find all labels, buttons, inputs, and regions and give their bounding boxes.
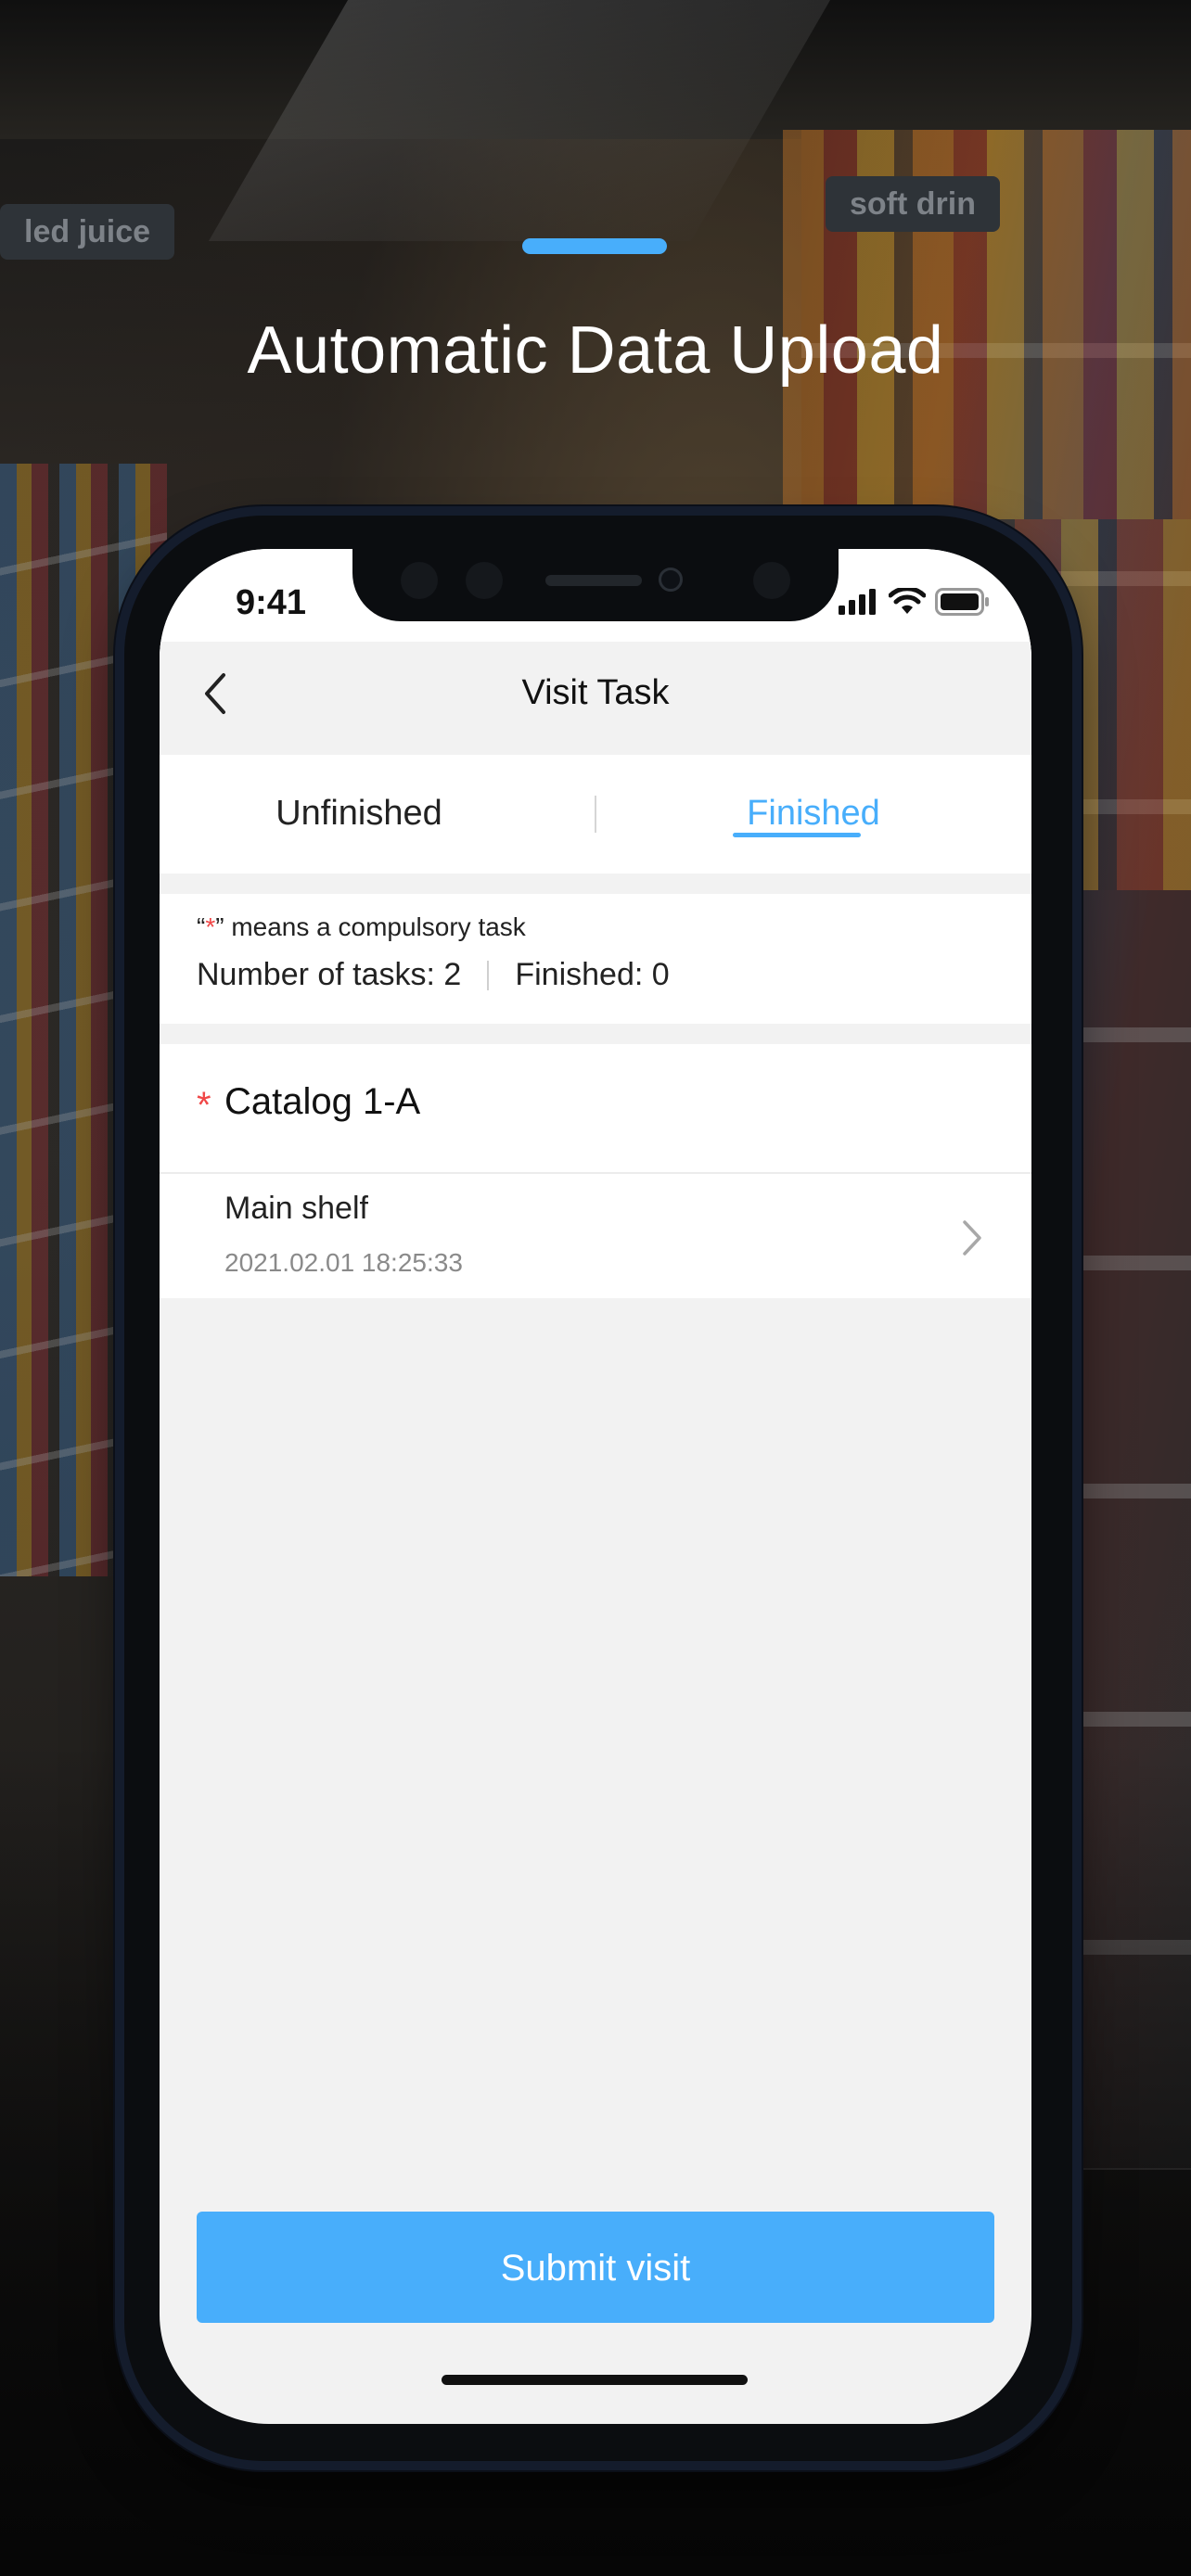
finished-count: Finished: 0 — [515, 957, 670, 992]
legend-text: ” means a compulsory task — [215, 912, 526, 941]
required-mark: * — [197, 1085, 211, 1126]
status-time: 9:41 — [236, 583, 307, 622]
notch-camera — [659, 567, 683, 592]
counts-divider — [487, 960, 490, 990]
page-title: Visit Task — [521, 673, 670, 712]
background-sign-juice: led juice — [0, 204, 175, 260]
catalog-header: * Catalog 1-A — [160, 1044, 1031, 1172]
task-timestamp: 2021.02.01 18:25:33 — [224, 1248, 463, 1277]
tab-divider — [595, 796, 596, 833]
notch-sensor — [753, 562, 790, 599]
chevron-left-icon — [205, 673, 225, 714]
task-name: Main shelf — [224, 1191, 368, 1226]
task-counts: Number of tasks: 2 Finished: 0 — [197, 957, 670, 993]
tab-unfinished[interactable]: Unfinished — [215, 755, 503, 874]
tab-finished[interactable]: Finished — [670, 755, 957, 874]
status-icons — [839, 586, 991, 618]
background-sign-soft-drinks: soft drin — [826, 176, 1000, 232]
legend-star: * — [205, 912, 216, 941]
nav-bar: Visit Task — [160, 642, 1031, 744]
phone-notch — [352, 549, 839, 621]
back-button[interactable] — [187, 666, 243, 721]
notch-sensor — [466, 562, 503, 599]
legend-quote-open: “ — [197, 912, 206, 941]
phone-screen: 9:41 Visit Task Unfinished Finished “*” … — [160, 549, 1031, 2424]
submit-visit-button[interactable]: Submit visit — [197, 2212, 994, 2323]
home-indicator — [442, 2375, 748, 2385]
active-tab-underline — [733, 833, 861, 837]
catalog-name: Catalog 1-A — [224, 1081, 421, 1122]
notch-sensor — [401, 562, 438, 599]
tasks-count: Number of tasks: 2 — [197, 957, 462, 992]
chevron-right-icon — [963, 1220, 981, 1256]
battery-icon — [935, 588, 989, 616]
page-indicator — [522, 238, 667, 254]
compulsory-legend: “*” means a compulsory task — [197, 912, 526, 942]
wifi-icon — [889, 588, 926, 614]
task-summary: “*” means a compulsory task Number of ta… — [160, 894, 1031, 1024]
headline: Automatic Data Upload — [247, 313, 944, 388]
task-tabs: Unfinished Finished — [160, 755, 1031, 874]
task-row[interactable]: Main shelf 2021.02.01 18:25:33 — [160, 1174, 1031, 1298]
notch-speaker — [545, 575, 642, 586]
signal-icon — [839, 589, 876, 615]
